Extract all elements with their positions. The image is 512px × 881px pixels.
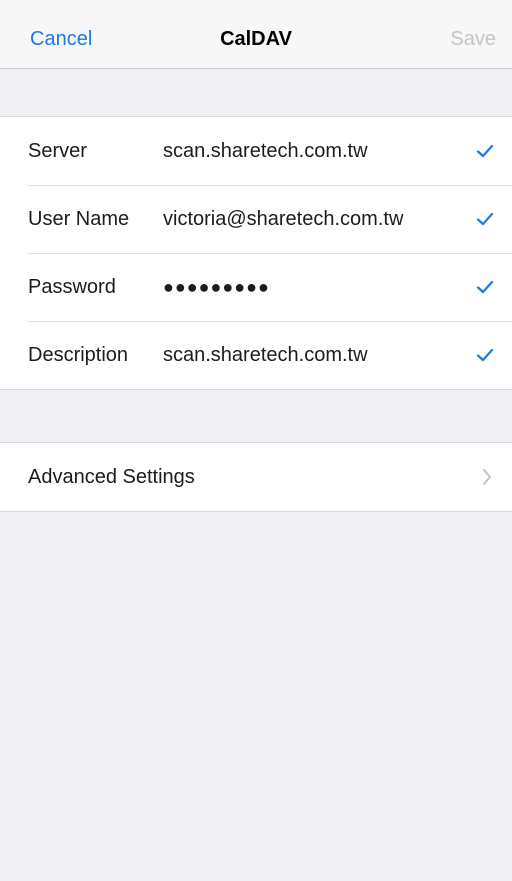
password-label: Password	[28, 276, 116, 298]
description-label: Description	[28, 344, 129, 366]
checkmark-icon	[476, 144, 494, 158]
user-name-label: User Name	[28, 208, 130, 230]
server-label: Server	[28, 140, 87, 162]
advanced-settings-row[interactable]: Advanced Settings	[0, 443, 512, 511]
navigation-bar: Cancel CalDAV Save	[0, 0, 512, 69]
advanced-group: Advanced Settings	[0, 442, 512, 512]
password-row[interactable]: Password ●●●●●●●●●	[0, 253, 512, 321]
user-name-field[interactable]: victoria@sharetech.com.tw	[163, 185, 403, 253]
checkmark-icon	[476, 212, 494, 226]
advanced-settings-label: Advanced Settings	[28, 466, 195, 488]
save-button[interactable]: Save	[450, 24, 496, 54]
caldav-screen: Cancel CalDAV Save Server scan.sharetech…	[0, 0, 512, 881]
user-name-row[interactable]: User Name victoria@sharetech.com.tw	[0, 185, 512, 253]
checkmark-icon	[476, 280, 494, 294]
checkmark-icon	[476, 348, 494, 362]
server-field[interactable]: scan.sharetech.com.tw	[163, 117, 368, 185]
password-field[interactable]: ●●●●●●●●●	[163, 253, 270, 321]
description-field[interactable]: scan.sharetech.com.tw	[163, 321, 368, 389]
chevron-right-icon	[483, 469, 491, 485]
account-fields-group: Server scan.sharetech.com.tw User Name v…	[0, 116, 512, 390]
cancel-button[interactable]: Cancel	[30, 24, 92, 54]
description-row[interactable]: Description scan.sharetech.com.tw	[0, 321, 512, 389]
server-row[interactable]: Server scan.sharetech.com.tw	[0, 117, 512, 185]
